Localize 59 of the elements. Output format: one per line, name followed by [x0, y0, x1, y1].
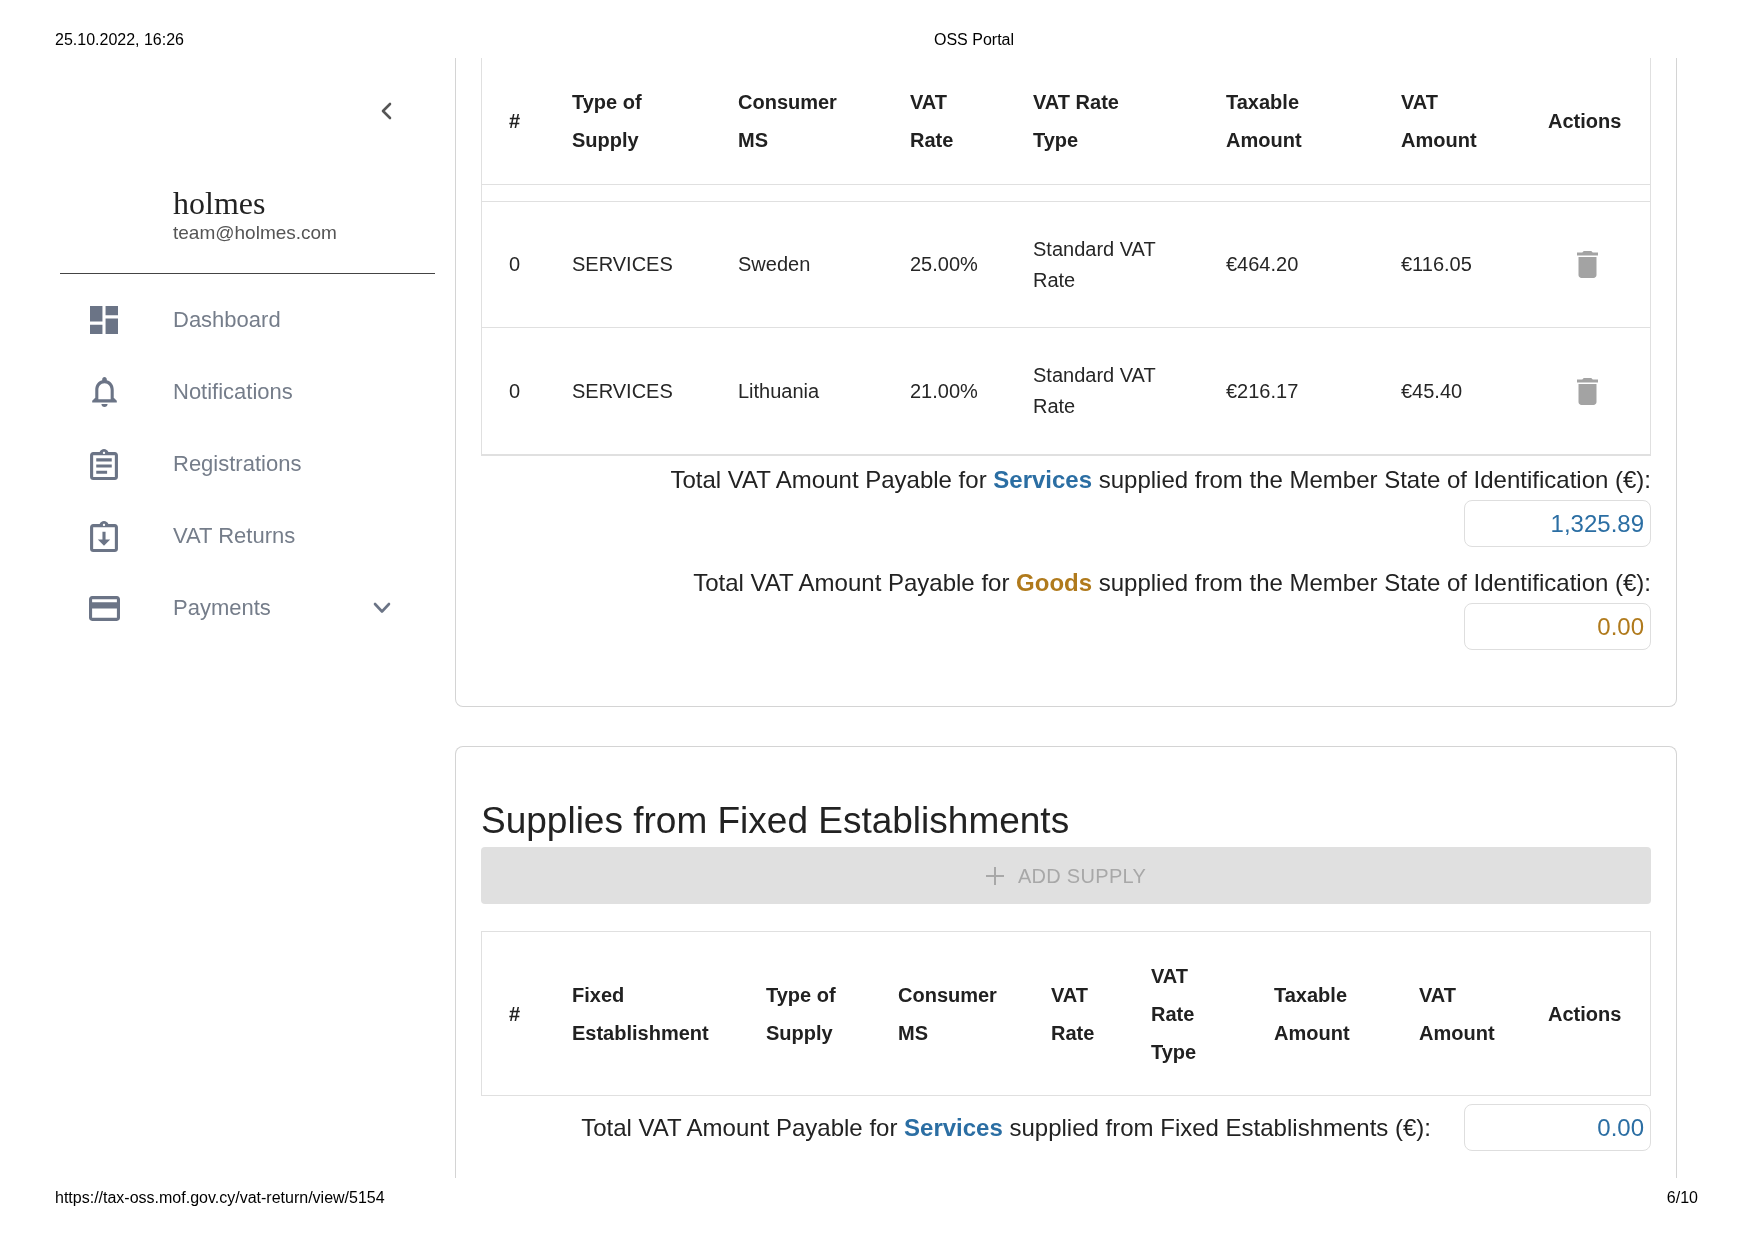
table-cell-text: 0 — [508, 252, 522, 277]
clipboard-arrow-icon — [90, 520, 118, 552]
table-cell-text: SERVICES — [572, 252, 674, 277]
trash-icon[interactable] — [1577, 251, 1598, 278]
dashboard-icon — [90, 306, 118, 334]
page-url: https://tax-oss.mof.gov.cy/vat-return/view/5154 — [55, 1189, 385, 1207]
column-header: VAT Rate Type — [1151, 963, 1198, 1065]
nav-item[interactable]: Registrations — [60, 428, 435, 500]
chevron-left-icon[interactable] — [380, 102, 392, 120]
amount-field[interactable]: 0.00 — [1464, 1104, 1651, 1151]
table-cell-text: Standard VAT Rate — [1033, 236, 1157, 293]
nav-item[interactable]: VAT Returns — [60, 500, 435, 572]
plus-icon — [985, 866, 1004, 885]
column-header: Taxable Amount — [1274, 982, 1351, 1046]
clipboard-icon — [90, 448, 118, 480]
column-header: Consumer MS — [738, 90, 838, 153]
table-cell-text: SERVICES — [572, 378, 674, 404]
table-cell-text: 0 — [508, 378, 522, 404]
print-date: 25.10.2022, 16:26 — [55, 31, 184, 48]
bell-icon — [91, 377, 117, 407]
total-label: Total VAT Amount Payable for Services supplied from the Member State of Identification (€): — [670, 466, 1651, 494]
column-header: # — [508, 1001, 522, 1027]
table-cell-text: 25.00% — [910, 252, 979, 277]
table-cell-text: €45.40 — [1401, 378, 1464, 404]
column-header: VAT Rate — [1051, 982, 1096, 1046]
amount-field[interactable]: 0.00 — [1464, 603, 1651, 650]
nav-item[interactable]: Notifications — [60, 356, 435, 428]
table-cell-text: €464.20 — [1226, 252, 1300, 277]
column-header: VAT Amount — [1419, 982, 1496, 1046]
table-cell-text: Sweden — [738, 252, 812, 277]
column-header: VAT Amount — [1401, 90, 1478, 153]
column-header: Actions — [1548, 109, 1623, 134]
nav-item[interactable]: Payments — [60, 572, 435, 644]
column-header: Consumer MS — [898, 982, 998, 1046]
column-header: VAT Rate Type — [1033, 90, 1120, 153]
column-header: Type of Supply — [766, 982, 837, 1046]
trash-icon[interactable] — [1577, 377, 1598, 405]
table-cell-text: €116.05 — [1401, 252, 1473, 277]
amount-field[interactable]: 1,325.89 — [1464, 500, 1651, 547]
table-cell-text: 21.00% — [910, 378, 979, 404]
table-cell-text: Lithuania — [738, 378, 821, 404]
total-label: Total VAT Amount Payable for Services supplied from Fixed Establishments (€): — [581, 1113, 1431, 1142]
column-header: VAT Rate — [910, 90, 955, 153]
chevron-down-icon[interactable] — [373, 602, 391, 614]
page-number: 6/10 — [1666, 1189, 1698, 1207]
nav-item[interactable]: Dashboard — [60, 284, 435, 356]
column-header: Taxable Amount — [1226, 90, 1303, 153]
table-cell-text: €216.17 — [1226, 378, 1300, 404]
column-header: # — [508, 109, 522, 134]
page-title: OSS Portal — [934, 31, 1015, 49]
total-label: Total VAT Amount Payable for Goods supplied from the Member State of Identification (€): — [693, 569, 1651, 597]
user-email: team@holmes.com — [173, 222, 337, 244]
table-cell-text: Standard VAT Rate — [1033, 363, 1157, 419]
column-header: Type of Supply — [572, 90, 643, 153]
user-name: holmes — [173, 185, 266, 221]
column-header: Actions — [1548, 1001, 1623, 1027]
column-header: Fixed Establishment — [572, 982, 710, 1046]
credit-card-icon — [88, 595, 120, 621]
section-title: Supplies from Fixed Establishments — [481, 800, 1071, 842]
